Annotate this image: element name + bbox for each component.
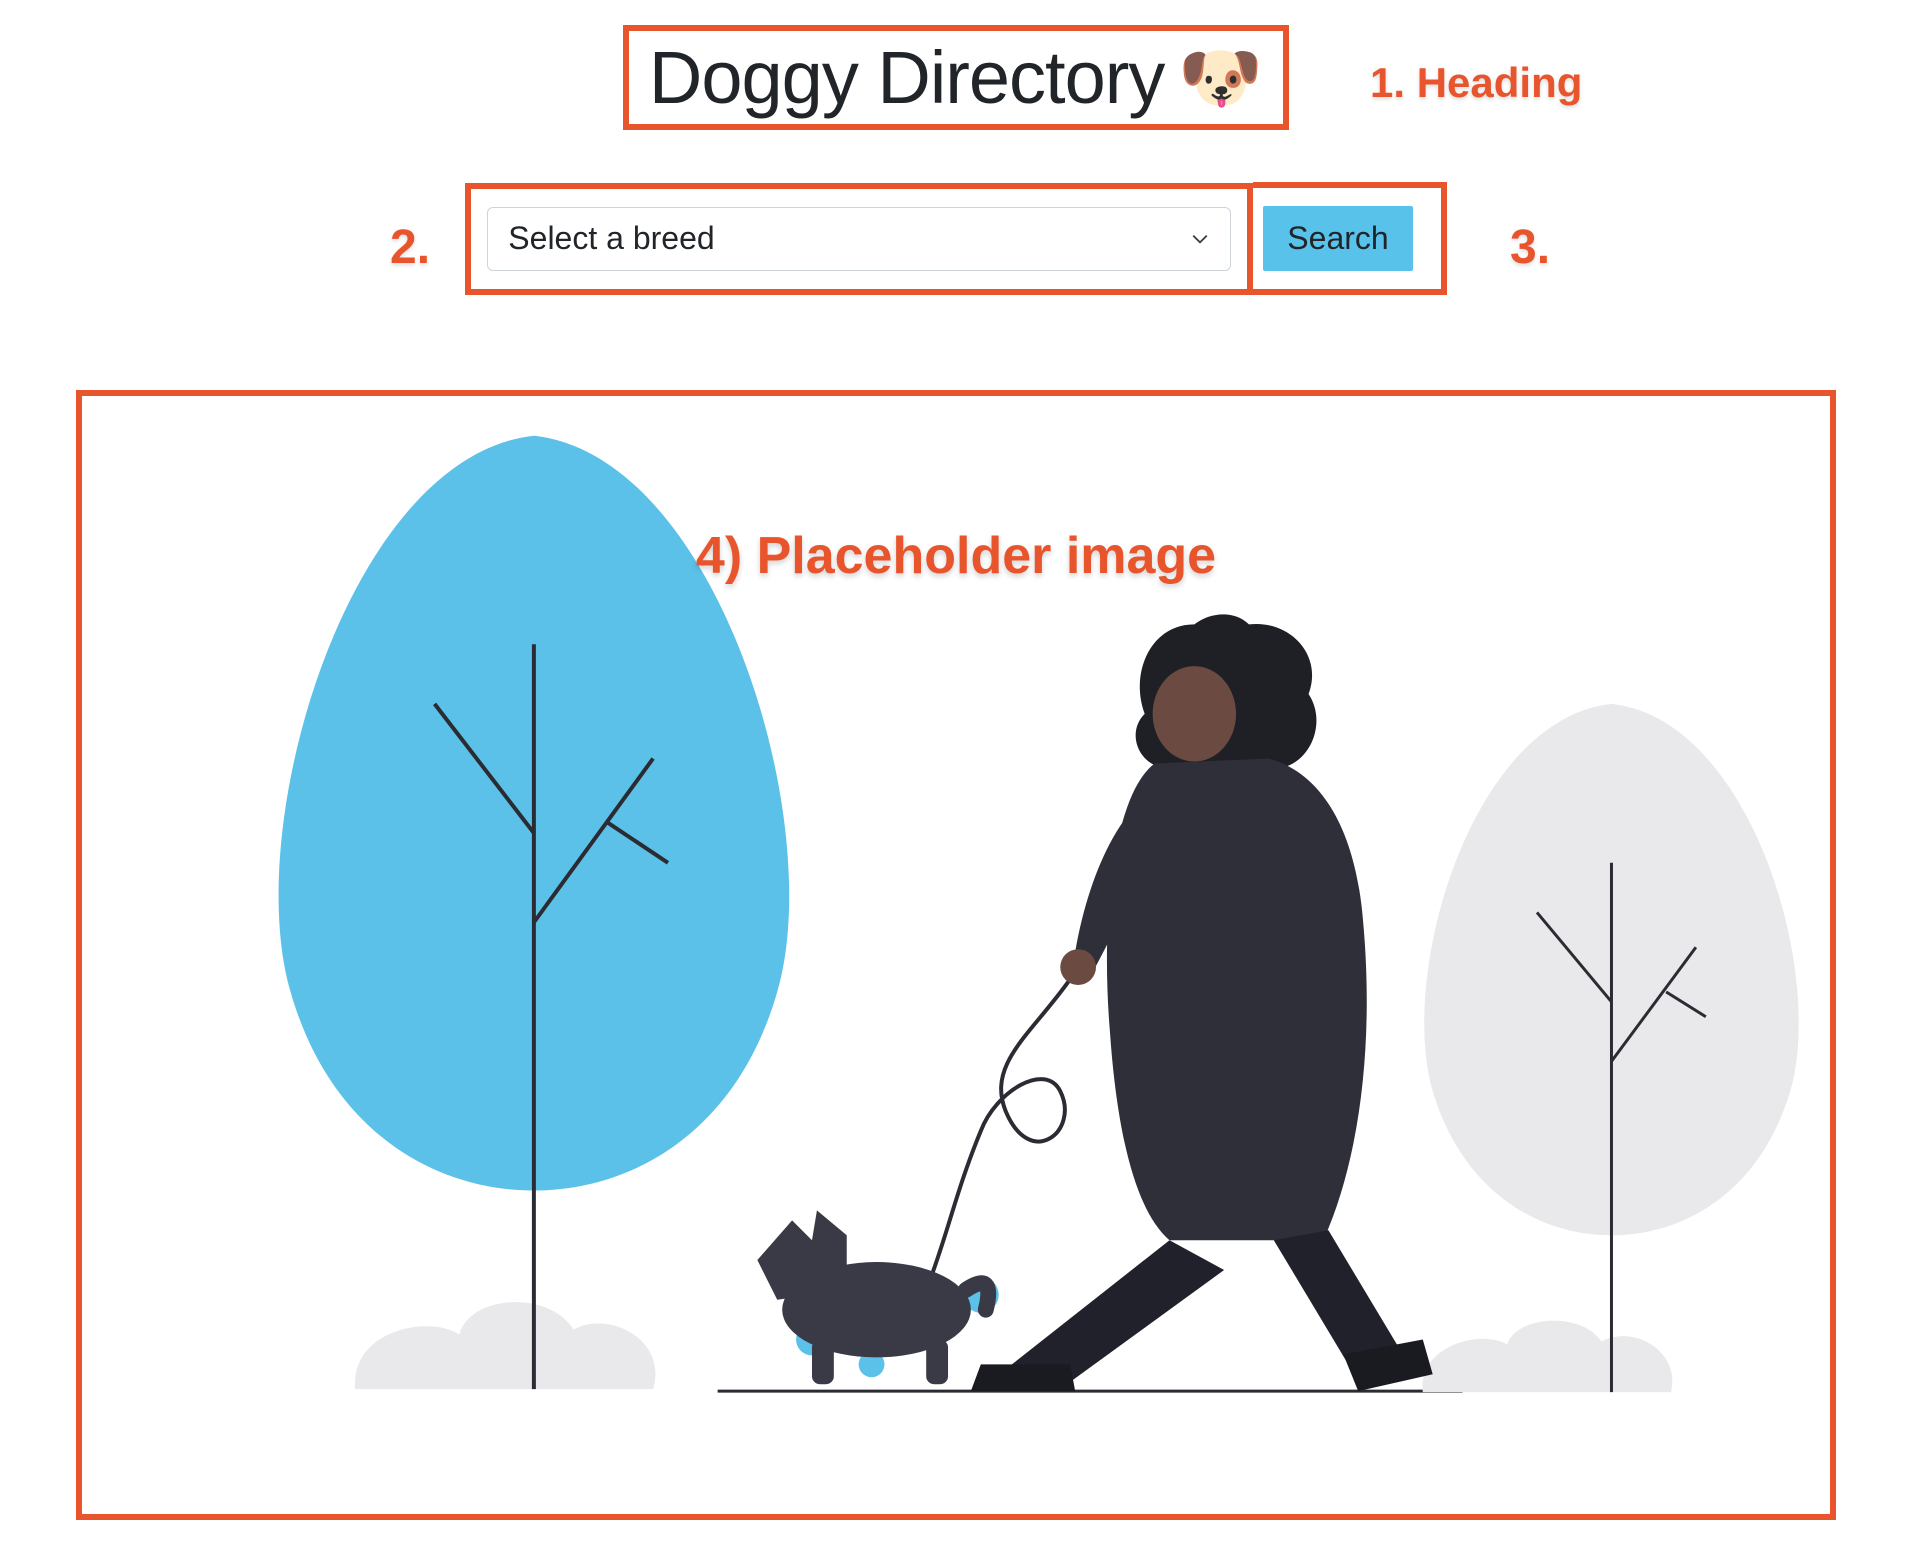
chevron-down-icon — [1190, 229, 1210, 249]
breed-select-frame: Select a breed — [465, 183, 1253, 295]
breed-select[interactable]: Select a breed — [487, 207, 1231, 271]
annotation-1: 1. Heading — [1370, 59, 1582, 107]
page-heading-box: Doggy Directory 🐶 — [623, 25, 1289, 130]
search-button[interactable]: Search — [1263, 206, 1412, 271]
annotation-3: 3. — [1510, 220, 1550, 275]
annotation-4: 4) Placeholder image — [696, 526, 1216, 586]
page-title: Doggy Directory — [649, 35, 1165, 120]
placeholder-image-frame: 4) Placeholder image — [76, 390, 1836, 1520]
breed-select-placeholder: Select a breed — [508, 220, 714, 257]
dog-face-icon: 🐶 — [1178, 38, 1263, 118]
search-button-frame: Search — [1253, 182, 1446, 295]
annotation-2: 2. — [390, 220, 430, 275]
